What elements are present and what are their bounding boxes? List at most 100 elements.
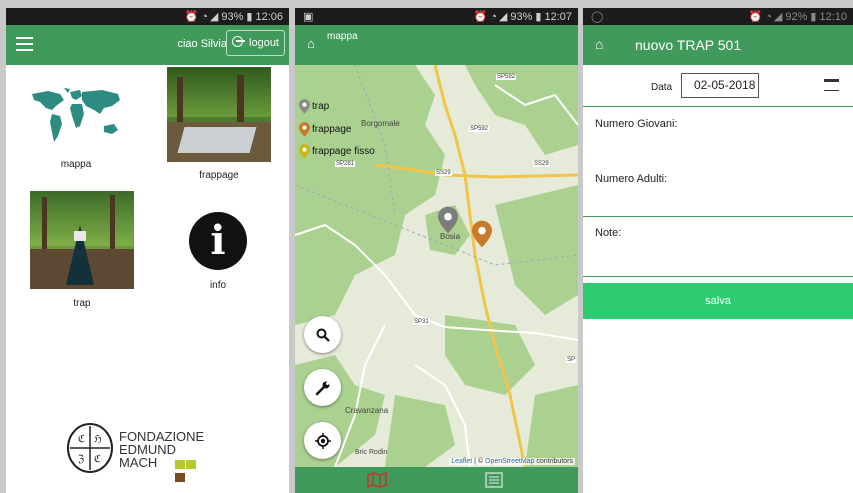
place-label: Bric Rodin <box>355 449 388 456</box>
numero-adulti-label: Numero Adulti: <box>595 173 668 185</box>
osm-link[interactable]: OpenStreetMap <box>485 458 534 465</box>
logo-line-3: MACH <box>119 455 158 470</box>
road-label: SS29 <box>533 161 550 167</box>
divider <box>583 106 853 107</box>
battery-percent: 93% <box>510 10 533 23</box>
status-bar: ◯ ⏰ ◔ ◢ 92% ▮ 12:10 <box>583 8 853 25</box>
wifi-icon: ◔ <box>490 10 497 23</box>
calendar-icon[interactable] <box>824 79 839 91</box>
home-icon[interactable]: ⌂ <box>595 36 603 52</box>
attribution-rest: contributors <box>534 458 573 465</box>
trap-photo <box>30 191 134 289</box>
signal-icon: ◢ <box>498 11 508 23</box>
clock: 12:06 <box>255 10 283 23</box>
place-label: Borgomale <box>361 119 400 128</box>
info-icon: i <box>189 212 247 270</box>
svg-text:ℨ: ℨ <box>78 454 84 465</box>
map-view[interactable]: trap frappage frappage fisso Borgomale B… <box>295 65 578 467</box>
tile-trap[interactable]: trap <box>30 191 134 311</box>
app-bar: ciao Silvia logout <box>6 25 289 65</box>
signal-icon: ◢ <box>209 11 219 23</box>
svg-text:ℭ: ℭ <box>78 434 85 445</box>
list-icon[interactable] <box>485 472 503 488</box>
svg-text:ℌ: ℌ <box>94 434 102 445</box>
battery-icon: ▮ <box>810 11 817 23</box>
road-label: SP281 <box>335 161 356 167</box>
screenshot-icon: ▣ <box>303 11 314 23</box>
logout-label: logout <box>249 37 279 49</box>
map-icon[interactable] <box>367 472 387 488</box>
alarm-icon: ⏰ <box>748 11 763 23</box>
numero-adulti-field[interactable] <box>583 190 853 214</box>
legend-label: frappage <box>312 124 352 135</box>
battery-percent: 92% <box>785 10 808 23</box>
page-title: mappa <box>327 31 358 42</box>
logo-color-squares <box>175 458 204 484</box>
save-button[interactable]: salva <box>583 283 853 319</box>
whatsapp-icon: ◯ <box>591 11 604 23</box>
wifi-icon: ◔ <box>201 10 208 23</box>
world-map-icon <box>32 88 120 142</box>
trap-form-screen: ◯ ⏰ ◔ ◢ 92% ▮ 12:10 ⌂ nuovo TRAP 501 Dat… <box>583 8 853 493</box>
attribution-sep: | © <box>472 458 486 465</box>
trap-marker[interactable] <box>438 205 458 235</box>
clock: 12:07 <box>544 10 572 23</box>
map-attribution: Leaflet | © OpenStreetMap contributors <box>449 458 575 465</box>
tile-label: trap <box>73 298 91 309</box>
frappage-marker[interactable] <box>472 219 492 249</box>
road-label: SS29 <box>435 170 452 176</box>
logo-emblem: ℭ ℌ ℨ ℭ <box>67 423 113 473</box>
clock: 12:10 <box>819 10 847 23</box>
trap-pin-icon <box>299 99 310 114</box>
wifi-icon: ◔ <box>765 10 772 23</box>
home-icon[interactable]: ⌂ <box>307 36 315 51</box>
logout-icon <box>232 36 246 47</box>
tile-label: mappa <box>60 159 92 170</box>
road-label: SP592 <box>469 126 490 132</box>
locate-icon <box>314 432 331 449</box>
road-label: SP592 <box>496 74 517 80</box>
logout-button[interactable]: logout <box>226 30 285 56</box>
tile-label: frappage <box>199 170 239 181</box>
date-input[interactable]: 02-05-2018 <box>681 73 759 98</box>
signal-icon: ◢ <box>773 11 783 23</box>
legend-item-trap: trap <box>299 99 329 114</box>
numero-giovani-label: Numero Giovani: <box>595 118 678 130</box>
numero-giovani-field[interactable] <box>583 136 853 162</box>
leaflet-link[interactable]: Leaflet <box>451 458 472 465</box>
battery-icon: ▮ <box>535 11 542 23</box>
home-screen: ⏰ ◔ ◢ 93% ▮ 12:06 ciao Silvia logout map… <box>6 8 289 493</box>
place-label: Cravanzana <box>345 406 389 415</box>
search-button[interactable] <box>304 316 341 353</box>
fondazione-logo: ℭ ℌ ℨ ℭ FONDAZIONE EDMUND MACH <box>66 422 236 482</box>
bottom-nav <box>295 467 578 493</box>
greeting-text: ciao Silvia <box>177 38 227 50</box>
note-field[interactable] <box>583 244 853 274</box>
legend-item-frappage-fisso: frappage fisso <box>299 144 375 159</box>
search-icon <box>316 328 330 342</box>
tools-button[interactable] <box>304 369 341 406</box>
menu-icon[interactable] <box>16 37 33 51</box>
page-title: nuovo TRAP 501 <box>635 37 742 53</box>
frappage-pin-icon <box>299 122 310 137</box>
divider <box>583 276 853 277</box>
status-bar: ⏰ ◔ ◢ 93% ▮ 12:06 <box>6 8 289 25</box>
frappage-fisso-pin-icon <box>299 144 310 159</box>
battery-icon: ▮ <box>246 11 253 23</box>
alarm-icon: ⏰ <box>473 11 488 23</box>
divider <box>583 216 853 217</box>
road-label: SP31 <box>413 319 430 325</box>
tile-label: info <box>209 280 227 291</box>
tile-frappage[interactable]: frappage <box>167 67 271 185</box>
app-bar: ⌂ mappa <box>295 25 578 65</box>
note-label: Note: <box>595 227 622 239</box>
tile-mappa[interactable]: mappa <box>26 80 126 170</box>
alarm-icon: ⏰ <box>184 11 199 23</box>
legend-label: trap <box>312 101 330 112</box>
road-label: SP <box>566 357 577 363</box>
date-label: Data <box>651 82 673 93</box>
tile-info[interactable]: i info <box>181 212 255 302</box>
app-bar: ⌂ nuovo TRAP 501 <box>583 25 853 65</box>
svg-text:ℭ: ℭ <box>94 454 101 465</box>
locate-button[interactable] <box>304 422 341 459</box>
